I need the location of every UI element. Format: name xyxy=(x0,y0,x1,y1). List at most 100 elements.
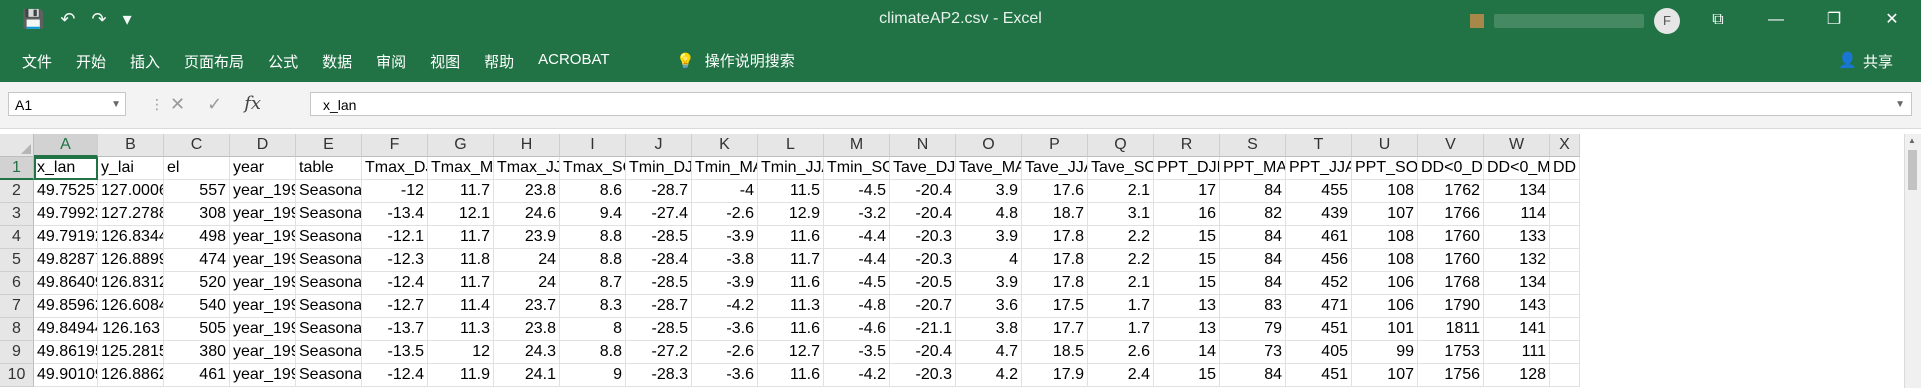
cell-J4[interactable]: -28.5 xyxy=(626,226,692,249)
cell-A6[interactable]: 49.86409 xyxy=(34,272,98,295)
row-header-3[interactable]: 3 xyxy=(0,203,34,226)
cell-B6[interactable]: 126.8312 xyxy=(98,272,164,295)
scrollbar-thumb[interactable] xyxy=(1908,150,1917,190)
cell-K4[interactable]: -3.9 xyxy=(692,226,758,249)
cell-J5[interactable]: -28.4 xyxy=(626,249,692,272)
cell-Q8[interactable]: 1.7 xyxy=(1088,318,1154,341)
cell-N2[interactable]: -20.4 xyxy=(890,180,956,203)
row-header-1[interactable]: 1 xyxy=(0,157,34,180)
close-icon[interactable]: ✕ xyxy=(1863,0,1921,40)
column-header-P[interactable]: P xyxy=(1022,134,1088,157)
cell-V6[interactable]: 1768 xyxy=(1418,272,1484,295)
cell-A9[interactable]: 49.86195 xyxy=(34,341,98,364)
cell-B10[interactable]: 126.8862 xyxy=(98,364,164,387)
cell-E1[interactable]: table xyxy=(296,157,362,180)
cell-I5[interactable]: 8.8 xyxy=(560,249,626,272)
minimize-icon[interactable]: — xyxy=(1747,0,1805,40)
cell-F1[interactable]: Tmax_DJF xyxy=(362,157,428,180)
cell-R7[interactable]: 13 xyxy=(1154,295,1220,318)
cell-T2[interactable]: 455 xyxy=(1286,180,1352,203)
cell-Q10[interactable]: 2.4 xyxy=(1088,364,1154,387)
cell-A10[interactable]: 49.90109 xyxy=(34,364,98,387)
restore-icon[interactable]: ❐ xyxy=(1805,0,1863,40)
cell-H2[interactable]: 23.8 xyxy=(494,180,560,203)
cell-Q9[interactable]: 2.6 xyxy=(1088,341,1154,364)
cell-S4[interactable]: 84 xyxy=(1220,226,1286,249)
column-header-F[interactable]: F xyxy=(362,134,428,157)
cell-K3[interactable]: -2.6 xyxy=(692,203,758,226)
cell-J2[interactable]: -28.7 xyxy=(626,180,692,203)
column-header-J[interactable]: J xyxy=(626,134,692,157)
column-header-A[interactable]: A xyxy=(34,134,98,157)
cell-I1[interactable]: Tmax_SON xyxy=(560,157,626,180)
tab-5[interactable]: 数据 xyxy=(322,51,352,72)
cell-T4[interactable]: 461 xyxy=(1286,226,1352,249)
cell-N10[interactable]: -20.3 xyxy=(890,364,956,387)
worksheet-grid[interactable]: ▲ A B C D E F G H I J K L M N O P Q R S T U V W X 1 x_lan y_lai el y… xyxy=(0,134,1921,388)
column-header-H[interactable]: H xyxy=(494,134,560,157)
cell-M9[interactable]: -3.5 xyxy=(824,341,890,364)
cell-N5[interactable]: -20.3 xyxy=(890,249,956,272)
cell-S2[interactable]: 84 xyxy=(1220,180,1286,203)
cell-I9[interactable]: 8.8 xyxy=(560,341,626,364)
column-header-O[interactable]: O xyxy=(956,134,1022,157)
tab-4[interactable]: 公式 xyxy=(268,51,298,72)
cell-W5[interactable]: 132 xyxy=(1484,249,1550,272)
cell-N7[interactable]: -20.7 xyxy=(890,295,956,318)
tell-me-search[interactable]: 💡 操作说明搜索 xyxy=(676,50,795,71)
cell-E4[interactable]: Seasonal_Y xyxy=(296,226,362,249)
cell-E2[interactable]: Seasonal_Y xyxy=(296,180,362,203)
cell-N9[interactable]: -20.4 xyxy=(890,341,956,364)
cell-O4[interactable]: 3.9 xyxy=(956,226,1022,249)
cell-L8[interactable]: 11.6 xyxy=(758,318,824,341)
cell-F10[interactable]: -12.4 xyxy=(362,364,428,387)
column-header-R[interactable]: R xyxy=(1154,134,1220,157)
cell-T7[interactable]: 471 xyxy=(1286,295,1352,318)
cell-M8[interactable]: -4.6 xyxy=(824,318,890,341)
cell-G6[interactable]: 11.7 xyxy=(428,272,494,295)
cell-Q7[interactable]: 1.7 xyxy=(1088,295,1154,318)
cell-W9[interactable]: 111 xyxy=(1484,341,1550,364)
cell-N6[interactable]: -20.5 xyxy=(890,272,956,295)
cell-R3[interactable]: 16 xyxy=(1154,203,1220,226)
cancel-icon[interactable]: ✕ xyxy=(170,92,185,116)
cell-Q6[interactable]: 2.1 xyxy=(1088,272,1154,295)
cell-D6[interactable]: year_1990 xyxy=(230,272,296,295)
cell-A8[interactable]: 49.84944 xyxy=(34,318,98,341)
cell-U9[interactable]: 99 xyxy=(1352,341,1418,364)
column-header-N[interactable]: N xyxy=(890,134,956,157)
cell-U4[interactable]: 108 xyxy=(1352,226,1418,249)
cell-G8[interactable]: 11.3 xyxy=(428,318,494,341)
cell-X9[interactable] xyxy=(1550,341,1580,364)
cell-X6[interactable] xyxy=(1550,272,1580,295)
cell-W1[interactable]: DD<0_MAM xyxy=(1484,157,1550,180)
cell-V3[interactable]: 1766 xyxy=(1418,203,1484,226)
cell-T10[interactable]: 451 xyxy=(1286,364,1352,387)
cell-M1[interactable]: Tmin_SON xyxy=(824,157,890,180)
cell-E5[interactable]: Seasonal_Y xyxy=(296,249,362,272)
cell-C10[interactable]: 461 xyxy=(164,364,230,387)
column-header-G[interactable]: G xyxy=(428,134,494,157)
cell-U7[interactable]: 106 xyxy=(1352,295,1418,318)
cell-F2[interactable]: -12 xyxy=(362,180,428,203)
cell-A7[interactable]: 49.85962 xyxy=(34,295,98,318)
cell-Q2[interactable]: 2.1 xyxy=(1088,180,1154,203)
cell-V2[interactable]: 1762 xyxy=(1418,180,1484,203)
cell-A3[interactable]: 49.79923 xyxy=(34,203,98,226)
cell-K6[interactable]: -3.9 xyxy=(692,272,758,295)
cell-W6[interactable]: 134 xyxy=(1484,272,1550,295)
tab-6[interactable]: 审阅 xyxy=(376,51,406,72)
cell-L7[interactable]: 11.3 xyxy=(758,295,824,318)
cell-M6[interactable]: -4.5 xyxy=(824,272,890,295)
cell-D8[interactable]: year_1990 xyxy=(230,318,296,341)
cell-X1[interactable]: DD xyxy=(1550,157,1580,180)
cell-P10[interactable]: 17.9 xyxy=(1022,364,1088,387)
cell-T8[interactable]: 451 xyxy=(1286,318,1352,341)
cell-N8[interactable]: -21.1 xyxy=(890,318,956,341)
cell-I10[interactable]: 9 xyxy=(560,364,626,387)
cell-I6[interactable]: 8.7 xyxy=(560,272,626,295)
cell-J7[interactable]: -28.7 xyxy=(626,295,692,318)
cell-H8[interactable]: 23.8 xyxy=(494,318,560,341)
cell-X2[interactable] xyxy=(1550,180,1580,203)
cell-R6[interactable]: 15 xyxy=(1154,272,1220,295)
